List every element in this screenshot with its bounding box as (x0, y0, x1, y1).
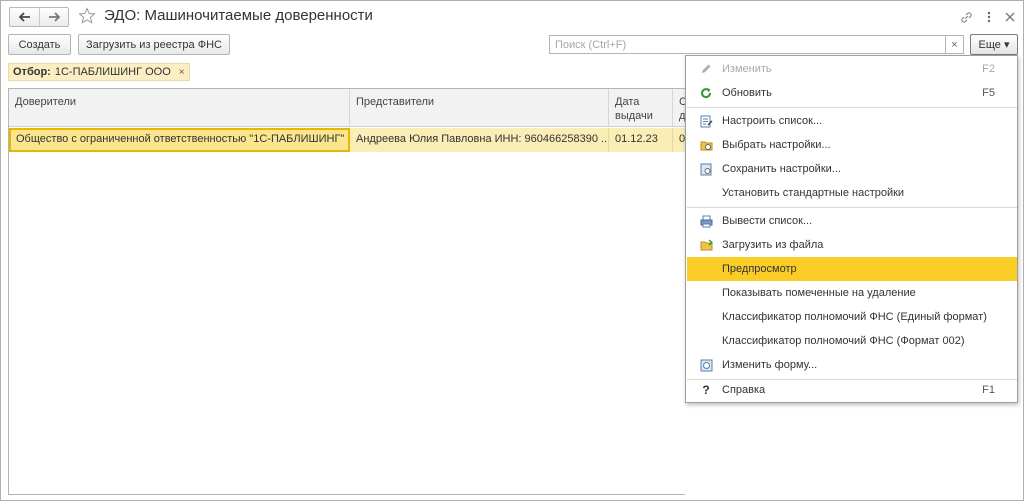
column-header-principals[interactable]: Доверители (9, 89, 350, 127)
menu-item-load-from-file[interactable]: Загрузить из файла (687, 233, 1017, 257)
back-button[interactable] (10, 8, 39, 26)
menu-separator (687, 107, 1017, 108)
app-window: ЭДО: Машиночитаемые доверенности Создать… (0, 0, 1024, 501)
favorite-star-icon[interactable] (78, 7, 96, 25)
column-header-issue-date[interactable]: Дата выдачи (609, 89, 673, 127)
list-settings-icon (699, 114, 713, 128)
more-actions-icon[interactable] (980, 8, 998, 26)
print-list-icon (699, 214, 713, 228)
pencil-icon (699, 62, 713, 76)
menu-item-change-form[interactable]: Изменить форму... (687, 353, 1017, 377)
arrow-right-icon (49, 12, 60, 22)
cell-representative[interactable]: Андреева Юлия Павловна ИНН: 960466258390… (350, 128, 609, 152)
cell-extra[interactable]: 0 (673, 128, 685, 152)
table-row[interactable]: Общество с ограниченной ответственностью… (9, 128, 685, 152)
search-clear-button[interactable]: × (946, 35, 964, 54)
menu-item-configure-list[interactable]: Настроить список... (687, 109, 1017, 133)
filter-label: Отбор: (13, 66, 51, 78)
menu-item-output-list[interactable]: Вывести список... (687, 209, 1017, 233)
menu-item-save-settings[interactable]: Сохранить настройки... (687, 157, 1017, 181)
menu-item-preview[interactable]: Предпросмотр (687, 257, 1017, 281)
cell-principal[interactable]: Общество с ограниченной ответственностью… (9, 128, 350, 152)
navigation-buttons (9, 7, 69, 27)
menu-item-show-marked-deleted[interactable]: Показывать помеченные на удаление (687, 281, 1017, 305)
refresh-icon (699, 86, 713, 100)
load-from-fns-button[interactable]: Загрузить из реестра ФНС (78, 34, 230, 55)
proxies-table: Доверители Представители Дата выдачи С д… (8, 88, 685, 495)
menu-item-edit[interactable]: Изменить F2 (687, 57, 1017, 81)
column-header-representatives[interactable]: Представители (350, 89, 609, 127)
menu-separator (687, 207, 1017, 208)
menu-item-fns-classifier-unified[interactable]: Классификатор полномочий ФНС (Единый фор… (687, 305, 1017, 329)
save-gear-icon (699, 162, 713, 176)
more-button[interactable]: Еще ▾ (970, 34, 1018, 55)
folder-load-icon (699, 238, 713, 252)
help-icon: ? (702, 383, 710, 397)
arrow-left-icon (18, 12, 30, 22)
folder-gear-icon (699, 138, 713, 152)
title-bar: ЭДО: Машиночитаемые доверенности (1, 1, 1023, 31)
form-edit-icon (699, 358, 713, 372)
menu-item-choose-settings[interactable]: Выбрать настройки... (687, 133, 1017, 157)
filter-value: 1С-ПАБЛИШИНГ ООО (54, 66, 171, 78)
forward-button[interactable] (39, 8, 68, 26)
table-header: Доверители Представители Дата выдачи С д (9, 89, 685, 127)
search-input[interactable]: Поиск (Ctrl+F) (549, 35, 946, 54)
menu-item-default-settings[interactable]: Установить стандартные настройки (687, 181, 1017, 205)
menu-item-help[interactable]: ? Справка F1 (687, 378, 1017, 402)
filter-remove-button[interactable]: × (179, 67, 185, 78)
create-button[interactable]: Создать (8, 34, 71, 55)
column-header-extra[interactable]: С д (673, 89, 685, 127)
menu-item-fns-classifier-002[interactable]: Классификатор полномочий ФНС (Формат 002… (687, 329, 1017, 353)
more-dropdown-menu: Изменить F2 Обновить F5 Настроить список… (685, 55, 1018, 403)
close-icon[interactable] (1001, 8, 1019, 26)
filter-chip: Отбор: 1С-ПАБЛИШИНГ ООО × (8, 63, 190, 81)
page-title: ЭДО: Машиночитаемые доверенности (104, 7, 373, 24)
link-icon[interactable] (957, 8, 975, 26)
menu-item-refresh[interactable]: Обновить F5 (687, 81, 1017, 105)
cell-issue-date[interactable]: 01.12.23 (609, 128, 673, 152)
